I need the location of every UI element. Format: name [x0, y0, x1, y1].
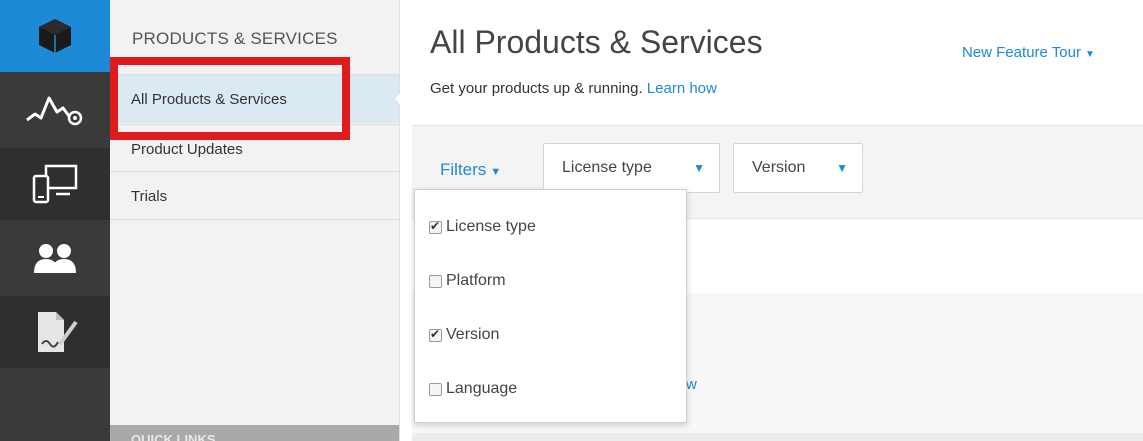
filter-option-label: Version: [446, 326, 500, 343]
version-dropdown[interactable]: Version ▼: [733, 143, 863, 193]
feature-tour-label: New Feature Tour: [962, 44, 1081, 61]
rail-item-products[interactable]: [0, 0, 110, 72]
checkbox[interactable]: [429, 219, 442, 234]
document-sign-icon: [30, 308, 80, 356]
selection-pointer: [395, 86, 407, 112]
feature-tour-link[interactable]: New Feature Tour ▼: [962, 44, 1095, 61]
activity-icon: [25, 90, 85, 130]
license-type-dropdown[interactable]: License type ▼: [543, 143, 720, 193]
filters-label: Filters: [440, 160, 487, 179]
subtitle-text: Get your products up & running.: [430, 80, 643, 97]
page-subtitle: Get your products up & running. Learn ho…: [430, 80, 717, 97]
quick-links-header: QUICK LINKS: [110, 425, 399, 441]
sidebar-item-trials[interactable]: Trials: [110, 171, 399, 220]
devices-icon: [30, 162, 80, 206]
users-icon: [32, 241, 78, 275]
rail-item-users[interactable]: [0, 222, 110, 294]
license-type-dropdown-label: License type: [562, 159, 652, 176]
filter-option-version[interactable]: Version: [429, 324, 499, 346]
version-dropdown-label: Version: [752, 159, 806, 176]
caret-down-icon: ▼: [693, 161, 705, 175]
filters-toggle[interactable]: Filters ▼: [440, 160, 501, 180]
divider: [412, 433, 1143, 441]
filter-option-platform[interactable]: Platform: [429, 270, 506, 292]
checkbox[interactable]: [429, 274, 442, 288]
checkbox[interactable]: [429, 327, 442, 342]
page-title: All Products & Services: [430, 24, 763, 60]
cube-icon: [35, 16, 75, 56]
filter-option-license-type[interactable]: License type: [429, 216, 536, 238]
filter-option-language[interactable]: Language: [429, 378, 517, 400]
filter-option-label: Language: [446, 380, 518, 397]
filter-option-label: Platform: [446, 272, 506, 289]
caret-down-icon: ▼: [836, 161, 848, 175]
caret-down-icon: ▼: [1084, 49, 1095, 60]
sidebar-heading: PRODUCTS & SERVICES: [132, 29, 338, 48]
rail-item-licenses[interactable]: [0, 296, 110, 368]
filter-option-label: License type: [446, 218, 536, 235]
highlight-annotation: [110, 57, 350, 140]
learn-how-link[interactable]: Learn how: [647, 80, 717, 97]
checkbox[interactable]: [429, 382, 442, 396]
caret-down-icon: ▼: [490, 166, 502, 178]
rail-item-activity[interactable]: [0, 74, 110, 146]
partial-link-text[interactable]: w: [686, 376, 697, 393]
rail-item-devices[interactable]: [0, 148, 110, 220]
icon-rail: [0, 0, 110, 441]
filters-menu: License type Platform Version Language: [414, 189, 687, 423]
